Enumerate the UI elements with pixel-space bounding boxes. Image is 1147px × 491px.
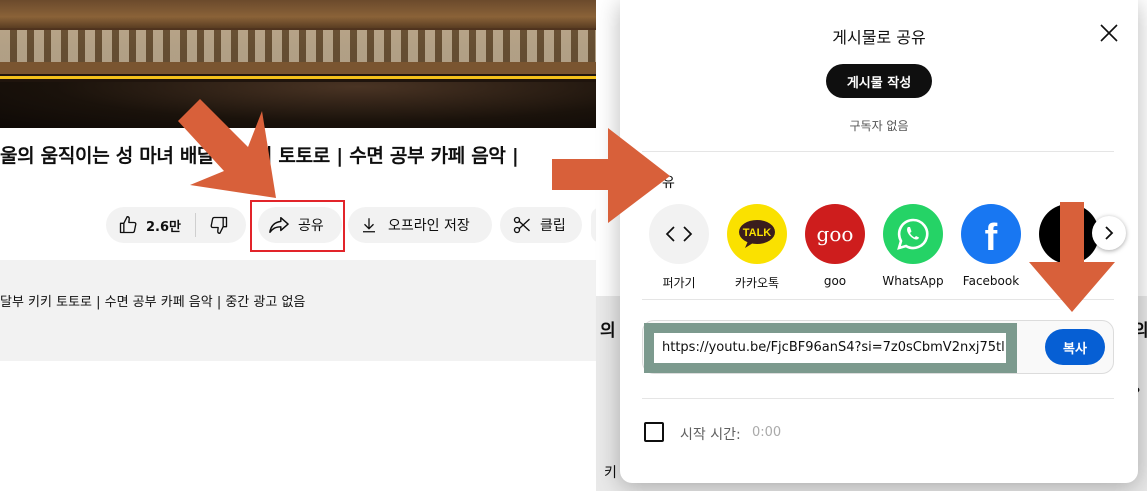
clip-button[interactable]: 클립 [500,207,582,243]
like-button[interactable]: 2.6만 [106,207,181,243]
download-icon [363,218,375,233]
kakaotalk-mark: TALK [743,227,772,239]
like-dislike-bar: 2.6만 [106,207,246,243]
goo-mark: goo [816,222,854,246]
video-frame-shade [0,82,596,128]
video-frame-beam [0,0,596,28]
video-progress-bar[interactable] [0,76,596,79]
description-box[interactable] [0,260,596,361]
share-target-label: 카카오톡 [734,276,780,290]
clip-label: 클립 [540,218,566,234]
scissors-icon [513,216,530,234]
start-time-checkbox[interactable] [644,422,664,442]
offline-save-label: 오프라인 저장 [388,218,470,234]
watch-page: 울의 움직이는 성 마녀 배달부 키키 토토로 | 수면 공부 카페 음악 | … [0,0,596,491]
create-post-button[interactable]: 게시물 작성 [826,64,932,98]
chevron-right-icon [1105,226,1114,240]
divider [642,398,1114,399]
share-target-label: Facebook [962,274,1020,288]
embed-icon [649,204,709,264]
thumbs-down-icon [210,216,228,234]
share-target-label: 퍼가기 [662,276,696,290]
video-frame-shelf [0,62,596,74]
kakaotalk-icon: TALK [727,204,787,264]
share-section-label: 유 [662,175,675,191]
share-dialog: 게시물로 공유 게시물 작성 구독자 없음 유 퍼가기 TALK 카카오톡 go… [620,0,1138,483]
dislike-button[interactable] [196,207,242,243]
share-whatsapp[interactable]: WhatsApp [878,204,948,288]
share-target-label: WhatsApp [882,274,944,288]
divider [642,299,1114,300]
share-url-field[interactable]: https://youtu.be/FjcBF96anS4?si=7z0sCbmV… [654,333,1006,363]
x-mark: X [1060,219,1078,249]
dialog-title: 게시물로 공유 [832,28,926,47]
share-facebook[interactable]: f Facebook [956,204,1026,288]
video-title: 울의 움직이는 성 마녀 배달부 키키 토토로 | 수면 공부 카페 음악 | [0,145,519,167]
video-frame-detail [0,30,596,64]
background-text: 키 [604,465,617,481]
thumbs-up-icon [119,216,137,234]
share-target-label: goo [823,274,847,288]
next-targets-button[interactable] [1092,216,1126,250]
like-count: 2.6만 [146,219,181,235]
share-goo[interactable]: goo goo [800,204,870,288]
offline-save-button[interactable]: 오프라인 저장 [348,207,492,243]
share-kakaotalk[interactable]: TALK 카카오톡 [722,204,792,291]
share-highlight-box [250,200,345,252]
facebook-mark: f [984,216,998,259]
goo-icon: goo [805,204,865,264]
start-time-label: 시작 시간: [680,427,741,443]
start-time-value[interactable]: 0:00 [752,425,781,440]
close-icon [1100,24,1118,42]
background-text: 의 [600,321,616,341]
share-embed[interactable]: 퍼가기 [644,204,714,291]
divider [642,151,1114,152]
x-icon: X [1039,204,1099,264]
copy-button[interactable]: 복사 [1045,329,1105,365]
video-player[interactable] [0,0,596,128]
subscriber-count: 구독자 없음 [849,119,909,133]
whatsapp-icon [883,204,943,264]
description-text: 달부 키키 토토로 | 수면 공부 카페 음악 | 중간 광고 없음 [0,295,306,310]
facebook-icon: f [961,204,1021,264]
close-button[interactable] [1098,22,1120,44]
